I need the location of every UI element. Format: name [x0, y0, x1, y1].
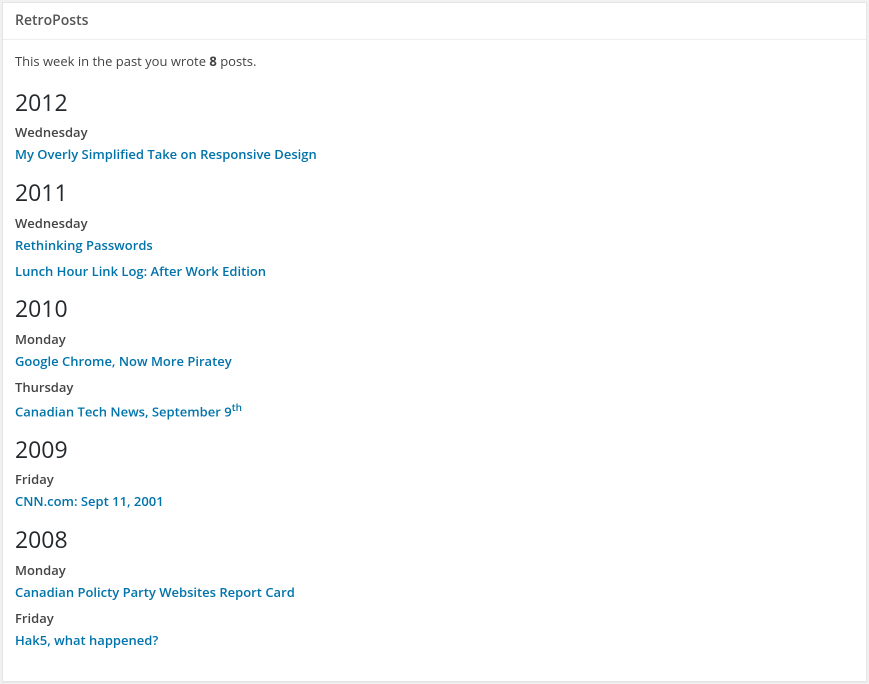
- day-label: Monday: [15, 330, 854, 348]
- post-link[interactable]: Lunch Hour Link Log: After Work Edition: [15, 262, 854, 280]
- post-title-sup: th: [232, 400, 242, 414]
- day-label: Friday: [15, 609, 854, 627]
- post-title: Google Chrome, Now More Piratey: [15, 352, 232, 370]
- widget-body: This week in the past you wrote 8 posts.…: [3, 40, 866, 681]
- post-link[interactable]: Canadian Tech News, September 9th: [15, 400, 854, 421]
- post-title: CNN.com: Sept 11, 2001: [15, 492, 164, 510]
- post-link[interactable]: Google Chrome, Now More Piratey: [15, 352, 854, 370]
- widget-header: RetroPosts: [3, 3, 866, 40]
- post-link[interactable]: Rethinking Passwords: [15, 236, 854, 254]
- day-label: Wednesday: [15, 123, 854, 141]
- intro-suffix: posts.: [217, 52, 257, 70]
- year-heading: 2009: [15, 435, 854, 465]
- day-label: Monday: [15, 561, 854, 579]
- retroposts-widget: RetroPosts This week in the past you wro…: [2, 2, 867, 682]
- day-label: Wednesday: [15, 214, 854, 232]
- post-title: My Overly Simplified Take on Responsive …: [15, 145, 317, 163]
- post-title: Lunch Hour Link Log: After Work Edition: [15, 262, 266, 280]
- post-link[interactable]: CNN.com: Sept 11, 2001: [15, 492, 854, 510]
- year-heading: 2010: [15, 294, 854, 324]
- years-list: 2012 Wednesday My Overly Simplified Take o…: [15, 88, 854, 649]
- post-title: Canadian Tech News, September 9: [15, 402, 232, 420]
- intro-count: 8: [209, 52, 216, 70]
- intro-text: This week in the past you wrote 8 posts.: [15, 52, 854, 70]
- intro-prefix: This week in the past you wrote: [15, 52, 209, 70]
- year-heading: 2008: [15, 525, 854, 555]
- day-label: Friday: [15, 470, 854, 488]
- post-link[interactable]: My Overly Simplified Take on Responsive …: [15, 145, 854, 163]
- post-link[interactable]: Hak5, what happened?: [15, 631, 854, 649]
- year-heading: 2011: [15, 178, 854, 208]
- widget-title: RetroPosts: [15, 11, 854, 31]
- post-title: Canadian Policty Party Websites Report C…: [15, 583, 295, 601]
- year-heading: 2012: [15, 88, 854, 118]
- post-link[interactable]: Canadian Policty Party Websites Report C…: [15, 583, 854, 601]
- post-title: Rethinking Passwords: [15, 236, 153, 254]
- day-label: Thursday: [15, 378, 854, 396]
- post-title: Hak5, what happened?: [15, 631, 158, 649]
